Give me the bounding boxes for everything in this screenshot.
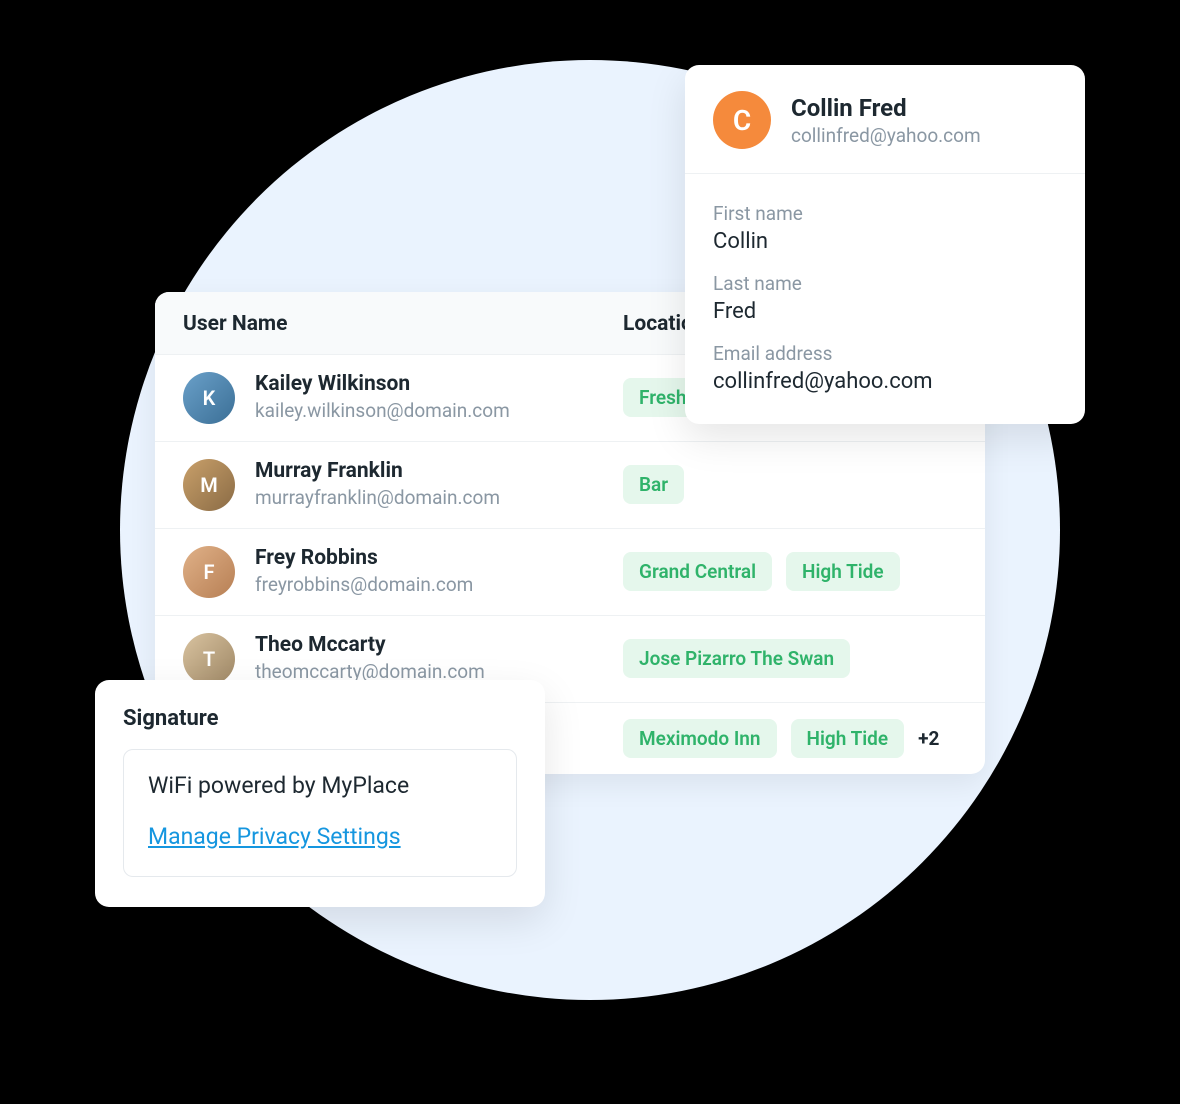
column-header-user: User Name	[183, 312, 623, 336]
location-cell: Jose Pizarro The Swan	[623, 639, 957, 678]
profile-avatar: C	[713, 91, 771, 149]
profile-card: C Collin Fred collinfred@yahoo.com First…	[685, 65, 1085, 424]
location-tag[interactable]: High Tide	[791, 719, 905, 758]
signature-title: Signature	[123, 706, 517, 731]
field-label: Email address	[713, 342, 1057, 365]
user-cell: TTheo Mccartytheomccarty@domain.com	[183, 632, 623, 686]
field-first-name: First name Collin	[713, 184, 1057, 254]
avatar: F	[183, 546, 235, 598]
signature-box: WiFi powered by MyPlace Manage Privacy S…	[123, 749, 517, 877]
field-value: Collin	[713, 229, 1057, 254]
table-row[interactable]: F Frey Robbinsfreyrobbins@domain.com Grand…	[155, 529, 985, 616]
user-email: murrayfranklin@domain.com	[255, 485, 500, 512]
avatar: T	[183, 633, 235, 685]
location-tag[interactable]: Meximodo Inn	[623, 719, 777, 758]
location-more-count[interactable]: +2	[918, 727, 939, 750]
user-cell: K Kailey Wilkinsonkailey.wilkinson@domain…	[183, 371, 623, 425]
user-cell: M Murray Franklinmurrayfranklin@domain.co…	[183, 458, 623, 512]
user-name: Kailey Wilkinson	[255, 371, 510, 398]
location-cell: Grand Central High Tide	[623, 552, 957, 591]
profile-name: Collin Fred	[791, 94, 981, 122]
location-tag[interactable]: Grand Central	[623, 552, 772, 591]
signature-card: Signature WiFi powered by MyPlace Manage…	[95, 680, 545, 907]
field-value: collinfred@yahoo.com	[713, 369, 1057, 394]
field-email: Email address collinfred@yahoo.com	[713, 324, 1057, 394]
user-cell: F Frey Robbinsfreyrobbins@domain.com	[183, 545, 623, 599]
signature-text: WiFi powered by MyPlace	[148, 772, 492, 799]
location-cell: Bar	[623, 465, 957, 504]
user-name: Frey Robbins	[255, 545, 473, 572]
field-label: Last name	[713, 272, 1057, 295]
user-name: Murray Franklin	[255, 458, 500, 485]
location-tag[interactable]: High Tide	[786, 552, 900, 591]
user-email: kailey.wilkinson@domain.com	[255, 398, 510, 425]
field-value: Fred	[713, 299, 1057, 324]
profile-email: collinfred@yahoo.com	[791, 124, 981, 147]
user-email: freyrobbins@domain.com	[255, 572, 473, 599]
manage-privacy-link[interactable]: Manage Privacy Settings	[148, 823, 401, 850]
table-row[interactable]: M Murray Franklinmurrayfranklin@domain.co…	[155, 442, 985, 529]
field-label: First name	[713, 202, 1057, 225]
user-name: Theo Mccarty	[255, 632, 485, 659]
profile-header: C Collin Fred collinfred@yahoo.com	[685, 65, 1085, 174]
profile-body: First name Collin Last name Fred Email a…	[685, 174, 1085, 424]
location-tag[interactable]: Jose Pizarro The Swan	[623, 639, 850, 678]
location-tag[interactable]: Bar	[623, 465, 684, 504]
field-last-name: Last name Fred	[713, 254, 1057, 324]
location-cell: Meximodo Inn High Tide +2	[623, 719, 957, 758]
avatar: M	[183, 459, 235, 511]
avatar: K	[183, 372, 235, 424]
